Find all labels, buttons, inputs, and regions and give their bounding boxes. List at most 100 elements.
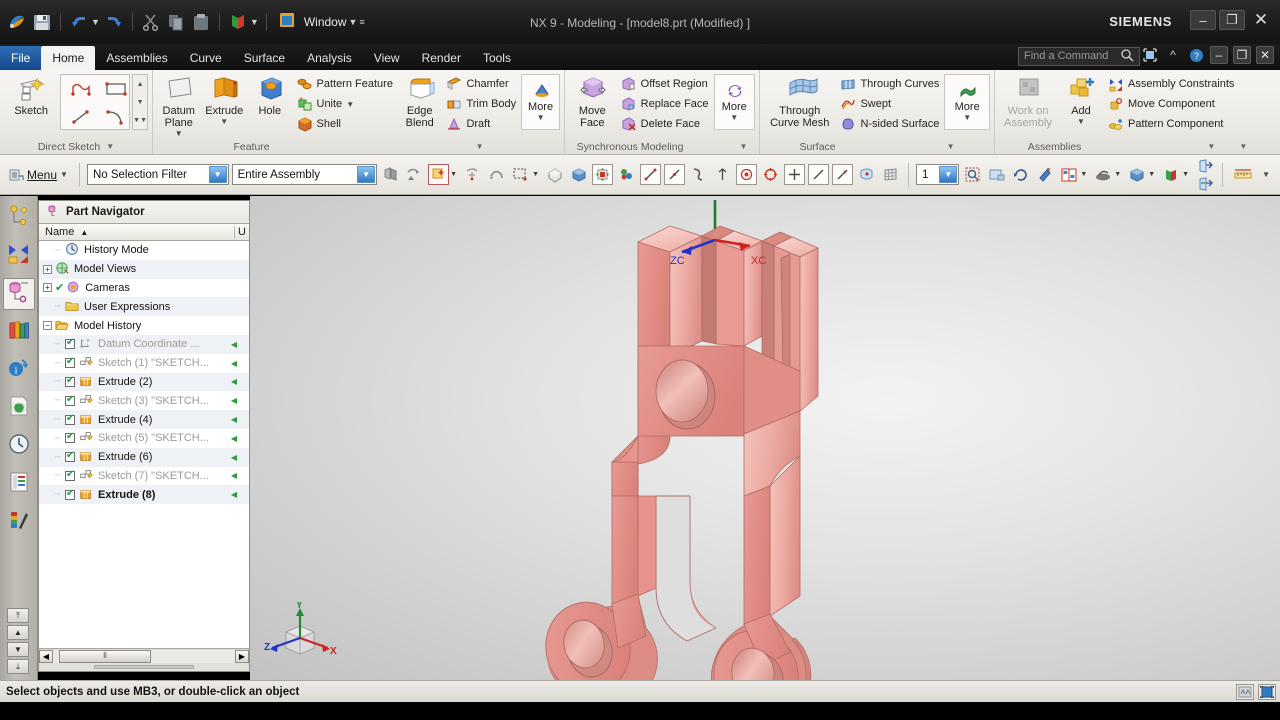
tree-row-sketch-5[interactable]: ┄ Sketch (5) "SKETCH... ◀ <box>39 429 249 448</box>
expander-plus-icon[interactable]: + <box>43 283 52 293</box>
tree-row-model-views[interactable]: + Model Views <box>39 259 249 279</box>
sidebar-item-part-navigator[interactable] <box>3 278 35 310</box>
resource-nav-top-button[interactable]: ⤒ <box>7 608 29 623</box>
datum-plane-button[interactable]: Datum Plane ▼ <box>157 72 201 138</box>
search-icon[interactable] <box>1118 46 1136 64</box>
feature-suppress-checkbox[interactable] <box>65 413 75 425</box>
shaded-edges-button[interactable] <box>544 164 565 185</box>
model-canvas[interactable]: ZC XC <box>250 196 1280 680</box>
grid-button[interactable] <box>880 164 901 185</box>
feature-more-chevron-down-icon[interactable]: ▼ <box>537 113 545 122</box>
tree-row-history-mode[interactable]: ┄ History Mode <box>39 241 249 260</box>
tree-row-user-expressions[interactable]: ┄ User Expressions <box>39 297 249 317</box>
doc-minimize-button[interactable]: – <box>1210 46 1228 64</box>
move-face-button[interactable]: Move Face <box>569 72 616 129</box>
line-tool2-button[interactable] <box>664 164 685 185</box>
zoom-button[interactable] <box>986 164 1007 185</box>
direct-sketch-dialog-launcher-icon[interactable]: ▼ <box>106 142 114 151</box>
doc-close-button[interactable]: ✕ <box>1256 46 1274 64</box>
select-rect-button[interactable] <box>510 164 531 185</box>
sidebar-item-web-browser[interactable] <box>3 392 35 424</box>
swept-button[interactable]: Swept <box>837 94 942 114</box>
sidebar-item-hd3d-tools[interactable]: i <box>3 354 35 386</box>
orientation-button[interactable] <box>1126 164 1147 185</box>
add-component-button[interactable]: Add ▼ <box>1059 72 1103 126</box>
through-curve-mesh-button[interactable]: Through Curve Mesh <box>764 72 835 129</box>
shading-button[interactable] <box>1092 164 1113 185</box>
expander-plus-icon[interactable]: + <box>43 264 52 274</box>
tree-row-sketch-1[interactable]: ┄ Sketch (1) "SKETCH... ◀ <box>39 354 249 373</box>
restore-button[interactable]: ❐ <box>1219 10 1245 30</box>
style-chevron-down-icon[interactable]: ▼ <box>1182 171 1189 178</box>
selection-scope-combo[interactable]: Entire Assembly ▼ <box>231 164 378 185</box>
unite-button[interactable]: + Unite ▼ <box>294 94 396 114</box>
resource-nav-up-button[interactable]: ▲ <box>7 625 29 640</box>
slash-button[interactable] <box>808 164 829 185</box>
select-point-chevron-down-icon[interactable]: ▼ <box>450 171 457 178</box>
shell-button[interactable]: Shell <box>294 114 396 134</box>
cut-icon[interactable] <box>140 11 162 33</box>
face-button[interactable] <box>856 164 877 185</box>
spinner-down-icon[interactable]: ▼ <box>137 99 144 106</box>
rectangle-tool-button[interactable] <box>95 75 129 102</box>
export-out-button[interactable] <box>1194 175 1215 193</box>
fit-view-button[interactable] <box>962 164 983 185</box>
shading-chevron-down-icon[interactable]: ▼ <box>1114 171 1121 178</box>
feature-dialog-launcher-icon[interactable]: ▼ <box>476 142 484 151</box>
axis-button[interactable] <box>712 164 733 185</box>
column-header-name[interactable]: Name ▲ <box>39 226 235 238</box>
add-chevron-down-icon[interactable]: ▼ <box>1077 117 1085 126</box>
nx-logo-icon[interactable] <box>6 11 28 33</box>
move-object-button[interactable] <box>592 164 613 185</box>
menu-button[interactable]: Menu ▼ <box>4 167 72 183</box>
close-button[interactable]: ✕ <box>1248 10 1274 30</box>
doc-restore-button[interactable]: ❐ <box>1233 46 1251 64</box>
surface-more-chevron-down-icon[interactable]: ▼ <box>963 113 971 122</box>
delete-face-button[interactable]: Delete Face <box>618 114 712 134</box>
sketch-button[interactable]: Sketch <box>4 72 58 117</box>
spinner-up-icon[interactable]: ▲ <box>137 81 144 88</box>
extrude-chevron-down-icon[interactable]: ▼ <box>220 117 228 126</box>
selection-filter-combo[interactable]: No Selection Filter ▼ <box>86 164 229 185</box>
datum-plane-chevron-down-icon[interactable]: ▼ <box>175 129 183 138</box>
spline-button[interactable] <box>688 164 709 185</box>
tree-row-extrude-2[interactable]: ┄ Extrude (2) ◀ <box>39 372 249 392</box>
sync-more-button[interactable]: More ▼ <box>713 74 755 130</box>
expander-minus-icon[interactable]: − <box>43 321 52 331</box>
unite-chevron-down-icon[interactable]: ▼ <box>346 100 354 109</box>
surface-dialog-launcher-icon[interactable]: ▼ <box>947 142 955 151</box>
undo-icon[interactable] <box>68 11 90 33</box>
hole-button[interactable]: Hole <box>248 72 292 117</box>
selection-scope-chevron-down-icon[interactable]: ▼ <box>357 166 376 183</box>
window-state-icon[interactable] <box>1258 683 1276 700</box>
tree-row-extrude-4[interactable]: ┄ Extrude (4) ◀ <box>39 410 249 429</box>
hscroll-track[interactable]: ⦀ <box>53 649 235 663</box>
circle-button[interactable] <box>760 164 781 185</box>
feature-suppress-checkbox[interactable] <box>65 469 75 481</box>
select-general-button[interactable] <box>380 164 401 185</box>
tab-analysis[interactable]: Analysis <box>296 46 363 70</box>
pattern-component-button[interactable]: Pattern Component <box>1105 114 1237 134</box>
measure-button[interactable] <box>1230 164 1256 185</box>
tree-row-cameras[interactable]: + ✔ Cameras <box>39 279 249 298</box>
export-in-button[interactable] <box>1194 157 1215 175</box>
panel-resize-grip[interactable] <box>39 663 249 671</box>
layer-combo[interactable]: 1 ▼ <box>915 164 960 185</box>
n-sided-surface-button[interactable]: N-sided Surface <box>837 114 942 134</box>
trim-body-button[interactable]: Trim Body <box>443 94 519 114</box>
hscroll-left-arrow[interactable]: ◀ <box>39 649 53 663</box>
render-style-icon[interactable] <box>227 11 249 33</box>
move-component-button[interactable]: Move Component <box>1105 94 1237 114</box>
view-layout-chevron-down-icon[interactable]: ▼ <box>1080 171 1087 178</box>
profile-tool-button[interactable] <box>61 75 95 102</box>
feature-suppress-checkbox[interactable] <box>65 337 75 350</box>
sidebar-item-assembly-navigator[interactable] <box>3 202 35 234</box>
draft-button[interactable]: Draft <box>443 114 519 134</box>
graphics-viewport[interactable]: ZC XC Y X Z <box>250 196 1280 680</box>
selection-filter-chevron-down-icon[interactable]: ▼ <box>208 166 227 183</box>
tab-view[interactable]: View <box>363 46 411 70</box>
collapse-ribbon-icon[interactable]: ^ <box>1164 46 1182 64</box>
sidebar-item-system-materials[interactable] <box>3 506 35 538</box>
slash2-button[interactable] <box>832 164 853 185</box>
plus-button[interactable] <box>784 164 805 185</box>
